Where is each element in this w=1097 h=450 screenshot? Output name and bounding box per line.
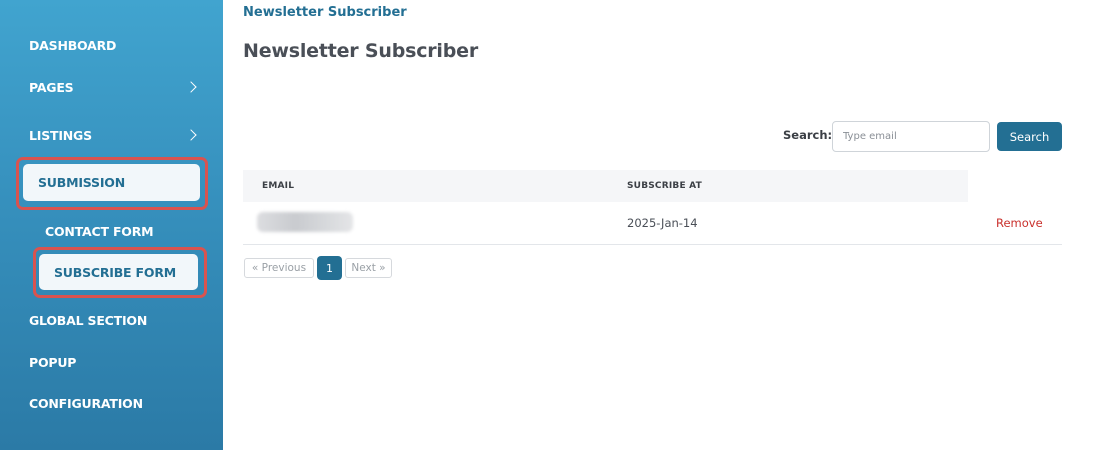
sidebar: DASHBOARD PAGES LISTINGS SUBMISSION CONT…: [0, 0, 223, 450]
table-header: EMAIL SUBSCRIBE AT: [243, 170, 968, 202]
pagination-previous[interactable]: « Previous: [244, 258, 314, 278]
subscribe-at-cell: 2025-Jan-14: [627, 216, 698, 230]
row-divider: [243, 244, 1062, 245]
column-header-email: EMAIL: [262, 181, 295, 191]
breadcrumb[interactable]: Newsletter Subscriber: [243, 5, 407, 20]
sidebar-item-configuration[interactable]: CONFIGURATION: [29, 396, 143, 411]
remove-link[interactable]: Remove: [996, 216, 1043, 230]
sidebar-item-popup[interactable]: POPUP: [29, 355, 76, 370]
email-cell-redacted: [257, 212, 353, 232]
sidebar-item-global-section[interactable]: GLOBAL SECTION: [29, 313, 147, 328]
search-input[interactable]: [832, 121, 990, 152]
sidebar-item-pages[interactable]: PAGES: [29, 80, 74, 95]
column-header-subscribe-at: SUBSCRIBE AT: [627, 181, 702, 191]
pagination-next[interactable]: Next »: [345, 258, 392, 278]
sidebar-subitem-subscribe-form[interactable]: SUBSCRIBE FORM: [39, 254, 198, 290]
sidebar-item-dashboard[interactable]: DASHBOARD: [29, 38, 116, 53]
search-label: Search:: [783, 128, 833, 142]
chevron-right-icon[interactable]: [185, 81, 197, 93]
sidebar-item-submission[interactable]: SUBMISSION: [23, 164, 200, 201]
chevron-right-icon[interactable]: [185, 129, 197, 141]
sidebar-item-listings[interactable]: LISTINGS: [29, 128, 92, 143]
sidebar-subitem-contact-form[interactable]: CONTACT FORM: [45, 224, 154, 239]
pagination-page-1[interactable]: 1: [317, 256, 342, 280]
search-button[interactable]: Search: [997, 122, 1062, 151]
page-title: Newsletter Subscriber: [243, 40, 479, 62]
